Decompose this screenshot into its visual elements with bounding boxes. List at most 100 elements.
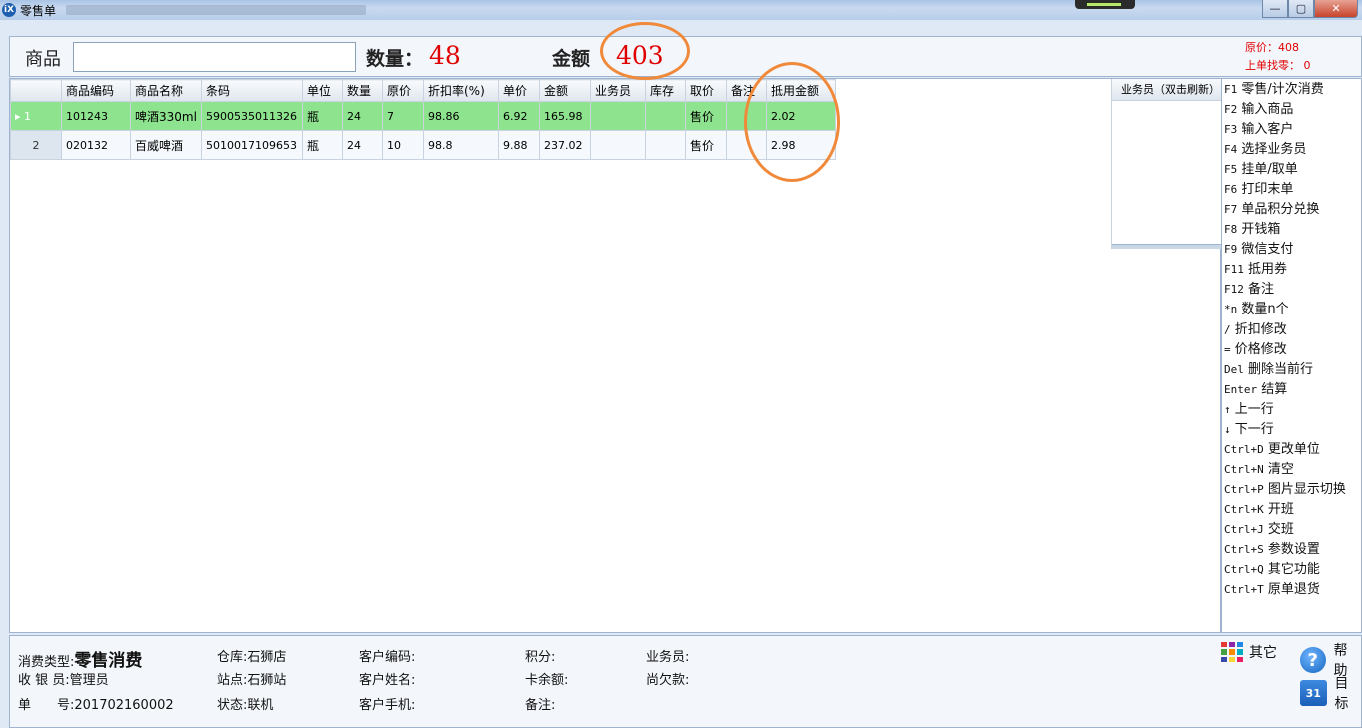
cell-voucher[interactable]: 2.98 xyxy=(766,130,836,160)
shortcut-item[interactable]: F7 单品积分兑换 xyxy=(1222,200,1361,220)
shortcut-label: 数量n个 xyxy=(1241,302,1289,317)
shortcut-item[interactable]: Ctrl+J 交班 xyxy=(1222,520,1361,540)
col-discount[interactable]: 折扣率(%) xyxy=(423,79,499,102)
shortcut-key: Del xyxy=(1224,363,1244,376)
cell-price[interactable]: 9.88 xyxy=(498,130,540,160)
minimize-button[interactable]: — xyxy=(1262,0,1288,18)
cell-discount[interactable]: 98.86 xyxy=(423,101,499,131)
col-price[interactable]: 单价 xyxy=(498,79,540,102)
table-row[interactable]: ▸ 1 101243 啤酒330ml 5900535011326 瓶 24 7 … xyxy=(10,101,836,131)
cell-code[interactable]: 020132 xyxy=(61,130,131,160)
col-salesperson[interactable]: 业务员 xyxy=(590,79,646,102)
shortcut-item[interactable]: = 价格修改 xyxy=(1222,340,1361,360)
shortcut-label: 图片显示切换 xyxy=(1267,482,1346,497)
cell-salesperson[interactable] xyxy=(590,130,646,160)
cell-amount[interactable]: 165.98 xyxy=(539,101,591,131)
cell-unit[interactable]: 瓶 xyxy=(302,101,343,131)
order-number: 单 号:201702160002 xyxy=(18,698,174,713)
shortcut-key: ↓ xyxy=(1224,423,1231,436)
cell-note[interactable] xyxy=(726,130,767,160)
cell-barcode[interactable]: 5010017109653 xyxy=(201,130,303,160)
warehouse: 仓库:石狮店 xyxy=(217,650,287,665)
other-button[interactable]: 其它 xyxy=(1221,642,1277,662)
cell-stock[interactable] xyxy=(645,101,686,131)
col-name[interactable]: 商品名称 xyxy=(130,79,202,102)
shortcut-item[interactable]: F12 备注 xyxy=(1222,280,1361,300)
maximize-button[interactable]: ▢ xyxy=(1288,0,1314,18)
shortcut-label: 抵用券 xyxy=(1248,262,1288,277)
row-indicator[interactable]: 2 xyxy=(10,130,62,160)
shortcut-item[interactable]: F3 输入客户 xyxy=(1222,120,1361,140)
shortcut-key: Ctrl+Q xyxy=(1224,563,1264,576)
target-button[interactable]: 31 目标 xyxy=(1300,673,1361,713)
shortcut-item[interactable]: Ctrl+T 原单退货 xyxy=(1222,580,1361,600)
shortcut-item[interactable]: F5 挂单/取单 xyxy=(1222,160,1361,180)
shortcut-item[interactable]: *n 数量n个 xyxy=(1222,300,1361,320)
col-stock[interactable]: 库存 xyxy=(645,79,686,102)
shortcut-item[interactable]: Ctrl+S 参数设置 xyxy=(1222,540,1361,560)
cell-voucher[interactable]: 2.02 xyxy=(766,101,836,131)
product-input[interactable] xyxy=(73,42,356,72)
cell-stock[interactable] xyxy=(645,130,686,160)
shortcut-item[interactable]: Del 删除当前行 xyxy=(1222,360,1361,380)
shortcut-item[interactable]: F11 抵用券 xyxy=(1222,260,1361,280)
cell-qty[interactable]: 24 xyxy=(342,130,383,160)
shortcut-item[interactable]: ↑ 上一行 xyxy=(1222,400,1361,420)
cell-code[interactable]: 101243 xyxy=(61,101,131,131)
customer-code: 客户编码: xyxy=(359,650,416,665)
shortcut-label: 原单退货 xyxy=(1267,582,1320,597)
row-indicator[interactable]: ▸ 1 xyxy=(10,101,62,131)
cell-price[interactable]: 6.92 xyxy=(498,101,540,131)
shortcut-item[interactable]: Ctrl+P 图片显示切换 xyxy=(1222,480,1361,500)
shortcut-key: = xyxy=(1224,343,1231,356)
cell-qty[interactable]: 24 xyxy=(342,101,383,131)
debt: 尚欠款: xyxy=(646,673,690,688)
shortcut-label: 折扣修改 xyxy=(1234,322,1287,337)
shortcut-item[interactable]: F9 微信支付 xyxy=(1222,240,1361,260)
col-barcode[interactable]: 条码 xyxy=(201,79,303,102)
table-header-row: 商品编码 商品名称 条码 单位 数量 原价 折扣率(%) 单价 金额 业务员 库… xyxy=(10,79,836,102)
shortcut-item[interactable]: ↓ 下一行 xyxy=(1222,420,1361,440)
cell-amount[interactable]: 237.02 xyxy=(539,130,591,160)
col-amount[interactable]: 金额 xyxy=(539,79,591,102)
col-orig-price[interactable]: 原价 xyxy=(382,79,424,102)
cell-name[interactable]: 百威啤酒 xyxy=(130,130,202,160)
salesperson-panel[interactable]: 业务员（双击刷新） xyxy=(1111,79,1230,249)
shortcut-panel: F1 零售/计次消费 F2 输入商品 F3 输入客户 F4 选择业务员 F5 挂单/取单… xyxy=(1221,78,1362,633)
close-button[interactable]: ✕ xyxy=(1314,0,1358,18)
shortcut-item[interactable]: F6 打印末单 xyxy=(1222,180,1361,200)
col-code[interactable]: 商品编码 xyxy=(61,79,131,102)
cell-barcode[interactable]: 5900535011326 xyxy=(201,101,303,131)
shortcut-item[interactable]: F4 选择业务员 xyxy=(1222,140,1361,160)
items-grid-area: 商品编码 商品名称 条码 单位 数量 原价 折扣率(%) 单价 金额 业务员 库… xyxy=(9,78,1230,633)
shortcut-item[interactable]: F2 输入商品 xyxy=(1222,100,1361,120)
cell-pricing[interactable]: 售价 xyxy=(685,101,727,131)
items-table[interactable]: 商品编码 商品名称 条码 单位 数量 原价 折扣率(%) 单价 金额 业务员 库… xyxy=(10,79,836,160)
shortcut-item[interactable]: F1 零售/计次消费 xyxy=(1222,80,1361,100)
cell-note[interactable] xyxy=(726,101,767,131)
cell-pricing[interactable]: 售价 xyxy=(685,130,727,160)
col-voucher[interactable]: 抵用金额 xyxy=(766,79,836,102)
cell-orig-price[interactable]: 7 xyxy=(382,101,424,131)
qty-label: 数量： xyxy=(366,48,424,70)
salesperson-panel-header[interactable]: 业务员（双击刷新） xyxy=(1112,79,1229,101)
shortcut-item[interactable]: Ctrl+Q 其它功能 xyxy=(1222,560,1361,580)
col-note[interactable]: 备注 xyxy=(726,79,767,102)
col-pricing[interactable]: 取价 xyxy=(685,79,727,102)
table-row[interactable]: 2 020132 百威啤酒 5010017109653 瓶 24 10 98.8… xyxy=(10,130,836,160)
shortcut-item[interactable]: Ctrl+N 清空 xyxy=(1222,460,1361,480)
col-unit[interactable]: 单位 xyxy=(302,79,343,102)
cell-unit[interactable]: 瓶 xyxy=(302,130,343,160)
shortcut-key: F8 xyxy=(1224,223,1238,236)
cell-orig-price[interactable]: 10 xyxy=(382,130,424,160)
cell-discount[interactable]: 98.8 xyxy=(423,130,499,160)
col-qty[interactable]: 数量 xyxy=(342,79,383,102)
shortcut-item[interactable]: Enter 结算 xyxy=(1222,380,1361,400)
shortcut-item[interactable]: / 折扣修改 xyxy=(1222,320,1361,340)
cell-name[interactable]: 啤酒330ml xyxy=(130,101,202,131)
cell-salesperson[interactable] xyxy=(590,101,646,131)
shortcut-item[interactable]: F8 开钱箱 xyxy=(1222,220,1361,240)
shortcut-item[interactable]: Ctrl+D 更改单位 xyxy=(1222,440,1361,460)
shortcut-item[interactable]: Ctrl+K 开班 xyxy=(1222,500,1361,520)
shortcut-key: Ctrl+S xyxy=(1224,543,1264,556)
